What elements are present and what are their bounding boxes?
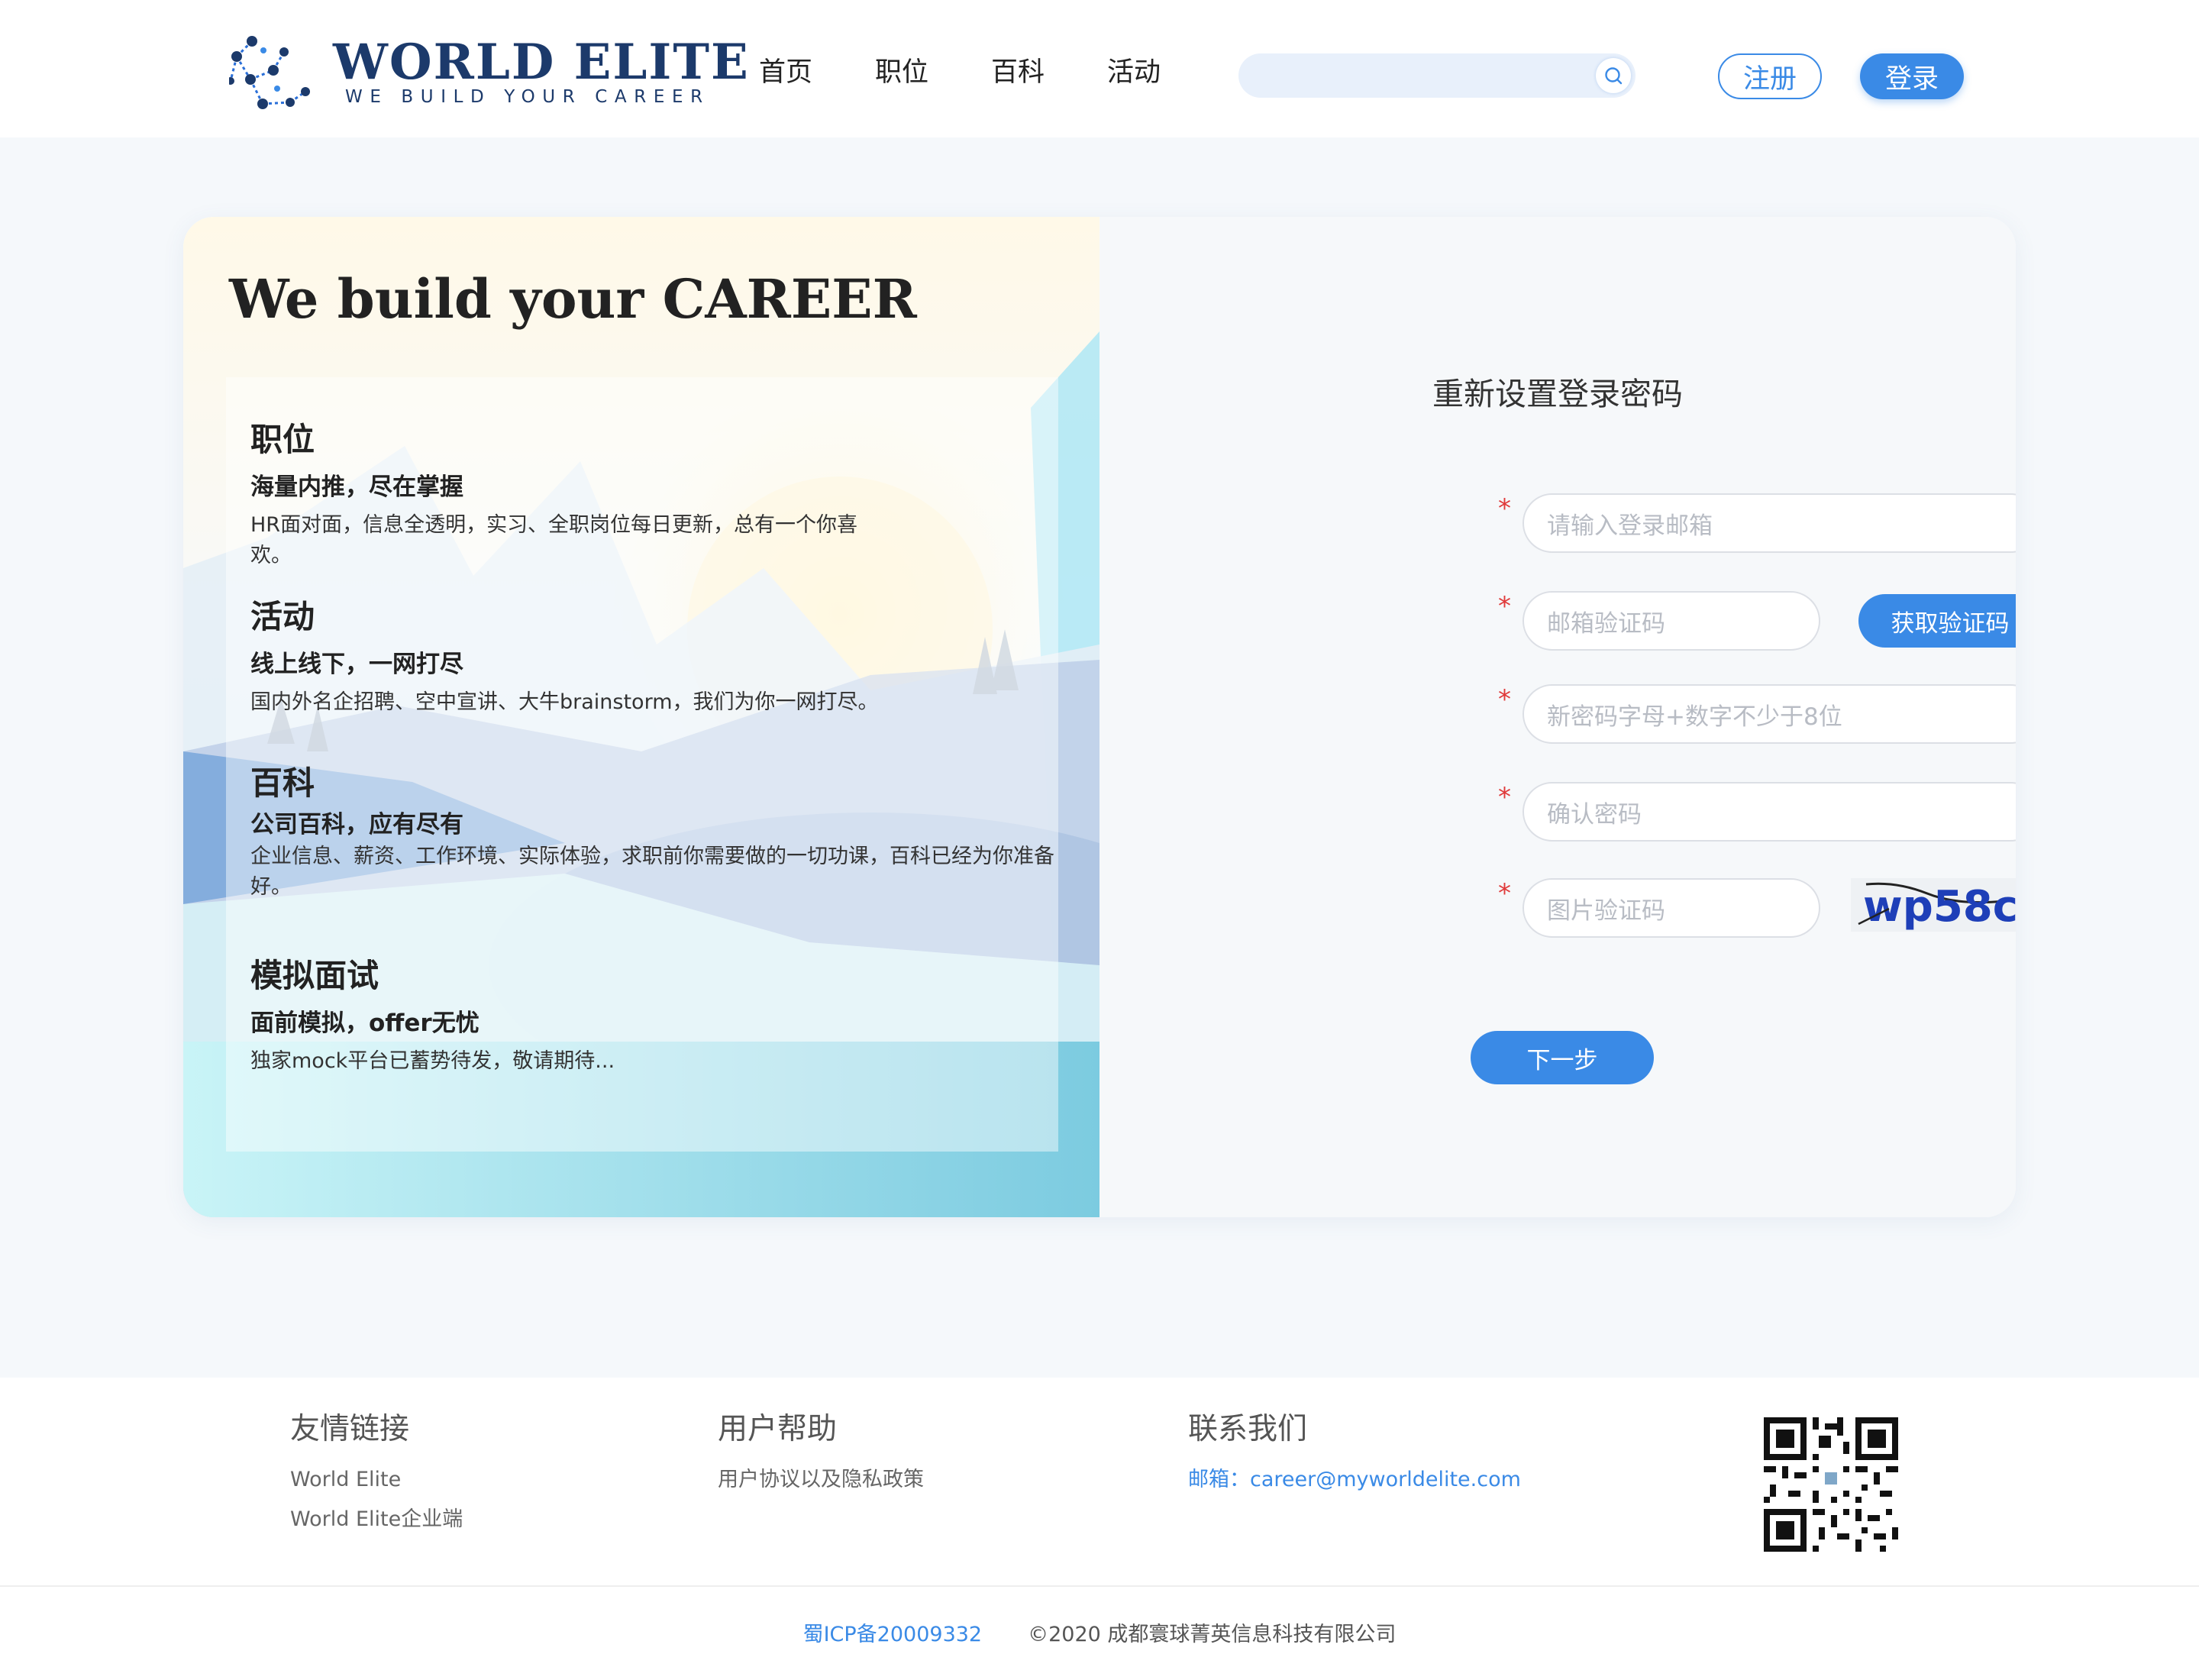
- feature-description: HR面对面，信息全透明，实习、全职岗位每日更新，总有一个你喜欢。: [250, 513, 858, 567]
- qr-code-icon: [1764, 1417, 1898, 1552]
- required-mark: *: [1498, 591, 1511, 622]
- nav-item-wiki[interactable]: 百科: [991, 53, 1107, 92]
- hero-panel: We build your CAREER 职位 海量内推，尽在掌握 HR面对面，…: [183, 217, 1100, 1217]
- captcha-image[interactable]: wp58c: [1851, 878, 2016, 932]
- required-mark: *: [1498, 493, 1511, 524]
- required-mark: *: [1498, 684, 1511, 715]
- feature-subtitle: 海量内推，尽在掌握: [250, 473, 463, 501]
- feature-description: 独家mock平台已蓄势待发，敬请期待...: [250, 1049, 615, 1073]
- feature-subtitle: 线上线下，一网打尽: [250, 651, 463, 678]
- reset-password-card: We build your CAREER 职位 海量内推，尽在掌握 HR面对面，…: [183, 217, 2016, 1217]
- footer-heading: 联系我们: [1188, 1412, 1308, 1446]
- email-field[interactable]: 请输入登录邮箱: [1523, 493, 2016, 553]
- feature-mock-interview: 模拟面试 面前模拟，offer无忧 独家mock平台已蓄势待发，敬请期待...: [245, 955, 1060, 1077]
- feature-jobs: 职位 海量内推，尽在掌握 HR面对面，信息全透明，实习、全职岗位每日更新，总有一…: [245, 418, 1060, 571]
- feature-title-text: 职位: [250, 421, 315, 458]
- feature-wiki: 百科 公司百科，应有尽有 企业信息、薪资、工作环境、实际体验，求职前你需要做的一…: [245, 762, 1060, 903]
- image-code-field[interactable]: 图片验证码: [1523, 878, 1820, 938]
- feature-title-text: 活动: [250, 598, 315, 635]
- footer-email[interactable]: 邮箱：career@myworldelite.com: [1188, 1460, 1521, 1500]
- email-code-field[interactable]: 邮箱验证码: [1523, 591, 1820, 651]
- main-nav: 首页 职位 百科 活动: [759, 53, 1223, 92]
- login-button[interactable]: 登录: [1860, 53, 1964, 99]
- hero-title: We build your CAREER: [229, 267, 917, 331]
- footer-divider: [0, 1585, 2199, 1587]
- footer: 友情链接 World Elite World Elite企业端 用户帮助 用户协…: [0, 1378, 2199, 1680]
- footer-heading: 友情链接: [290, 1412, 410, 1446]
- logo-title: WORLD ELITE: [333, 34, 750, 91]
- email-address[interactable]: career@myworldelite.com: [1250, 1468, 1521, 1491]
- feature-title: 百科: [245, 762, 323, 805]
- required-mark: *: [1498, 878, 1511, 909]
- register-button[interactable]: 注册: [1718, 53, 1822, 99]
- footer-link-enterprise[interactable]: World Elite企业端: [290, 1500, 463, 1539]
- feature-description: 国内外名企招聘、空中宣讲、大牛brainstorm，我们为你一网打尽。: [250, 690, 879, 714]
- footer-link-privacy[interactable]: 用户协议以及隐私政策: [718, 1460, 924, 1500]
- feature-subtitle: 公司百科，应有尽有: [250, 811, 463, 838]
- footer-help: 用户帮助 用户协议以及隐私政策: [718, 1408, 924, 1500]
- email-label: 邮箱：: [1188, 1468, 1250, 1491]
- form-title: 重新设置登录密码: [1432, 376, 1683, 412]
- feature-events: 活动 线上线下，一网打尽 国内外名企招聘、空中宣讲、大牛brainstorm，我…: [245, 596, 1060, 718]
- next-step-button[interactable]: 下一步: [1471, 1031, 1654, 1084]
- feature-title-text: 百科: [250, 764, 315, 802]
- nav-item-home[interactable]: 首页: [759, 53, 875, 92]
- search-icon: [1605, 67, 1623, 85]
- logo[interactable]: WORLD ELITE WE BUILD YOUR CAREER: [229, 34, 748, 118]
- get-code-button[interactable]: 获取验证码: [1858, 594, 2016, 648]
- nav-item-jobs[interactable]: 职位: [875, 53, 991, 92]
- footer-copyright-bar: 蜀ICP备20009332 ©2020 成都寰球菁英信息科技有限公司: [0, 1617, 2199, 1647]
- top-header: WORLD ELITE WE BUILD YOUR CAREER 首页 职位 百…: [0, 0, 2199, 137]
- confirm-password-field[interactable]: 确认密码: [1523, 782, 2016, 842]
- required-mark: *: [1498, 782, 1511, 813]
- feature-title: 职位: [245, 418, 323, 461]
- search-button[interactable]: [1596, 58, 1631, 93]
- nav-item-events[interactable]: 活动: [1107, 53, 1223, 92]
- search-input[interactable]: [1238, 53, 1636, 98]
- new-password-field[interactable]: 新密码字母+数字不少于8位: [1523, 684, 2016, 744]
- icp-link[interactable]: 蜀ICP备20009332: [803, 1623, 983, 1646]
- footer-heading: 用户帮助: [718, 1412, 838, 1446]
- footer-link-world-elite[interactable]: World Elite: [290, 1460, 463, 1500]
- reset-form: 重新设置登录密码 * 请输入登录邮箱 * 邮箱验证码 获取验证码 * 新密码字母…: [1100, 217, 2016, 1217]
- captcha-text: wp58c: [1863, 882, 2016, 932]
- feature-subtitle: 面前模拟，offer无忧: [250, 1010, 480, 1037]
- logo-subtitle: WE BUILD YOUR CAREER: [345, 87, 710, 107]
- footer-contact: 联系我们 邮箱：career@myworldelite.com: [1188, 1408, 1521, 1500]
- feature-description: 企业信息、薪资、工作环境、实际体验，求职前你需要做的一切功课，百科已经为你准备好…: [250, 845, 1054, 899]
- copyright: ©2020 成都寰球菁英信息科技有限公司: [1028, 1623, 1397, 1646]
- logo-network-icon: [229, 36, 310, 109]
- feature-title: 模拟面试: [245, 955, 387, 997]
- footer-links: 友情链接 World Elite World Elite企业端: [290, 1408, 463, 1539]
- feature-title-text: 模拟面试: [250, 957, 379, 994]
- feature-title: 活动: [245, 596, 323, 638]
